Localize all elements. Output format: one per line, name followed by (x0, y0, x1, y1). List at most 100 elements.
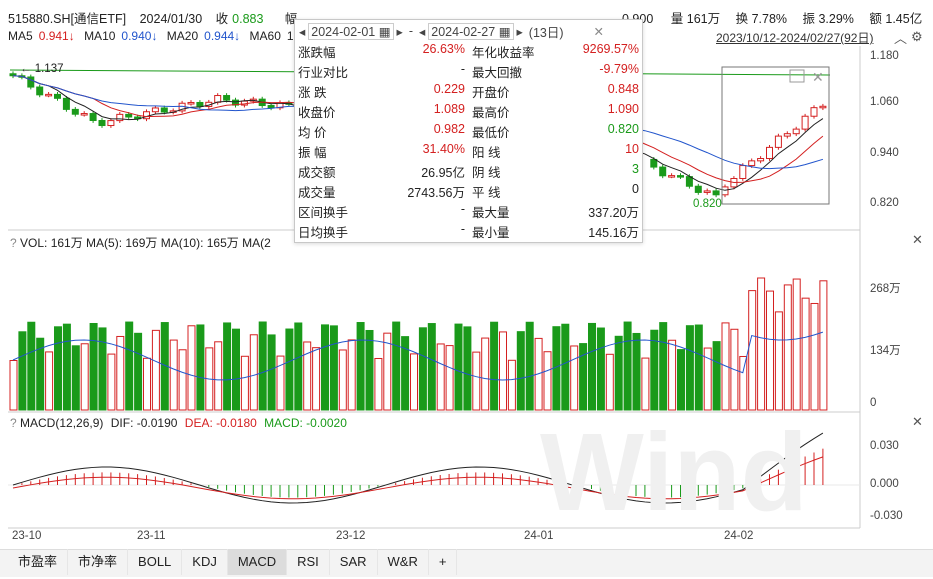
volume-bar (410, 353, 418, 411)
next-icon[interactable]: ▸ (517, 24, 523, 39)
candle-body (27, 76, 35, 88)
x-tick: 24-01 (524, 530, 554, 542)
stat-label: 区间换手 (298, 206, 349, 220)
stat-value: - (460, 202, 465, 216)
stat-value: - (460, 62, 465, 76)
tab-rsi[interactable]: RSI (287, 549, 330, 575)
tab-macd[interactable]: MACD (227, 549, 288, 575)
prev-icon[interactable]: ◂ (419, 24, 425, 39)
volume-bar (347, 339, 356, 411)
stat-label: 最低价 (472, 126, 510, 140)
volume-bar (240, 355, 249, 411)
volume-bar (454, 323, 463, 411)
candle-body (151, 107, 159, 113)
candle-body (712, 190, 720, 196)
volume-bar (801, 297, 810, 411)
volume-bar (285, 328, 294, 411)
volume-bar (525, 321, 534, 411)
vol-tick: 268万 (870, 283, 901, 295)
stat-value: -9.79% (599, 62, 639, 76)
volume-bar (45, 351, 54, 411)
volume-bar (187, 325, 196, 411)
volume-bar (739, 355, 748, 411)
volume-bar (427, 323, 436, 411)
stats-row: 涨 跌 0.229 开盘价 0.848 (295, 82, 644, 102)
price-tick: 0.820 (870, 197, 899, 209)
volume-bar (365, 329, 374, 411)
tab-sar[interactable]: SAR (330, 549, 378, 575)
end-date-input[interactable]: 2024-02-27 ▦ (428, 22, 514, 40)
volume-bar (561, 323, 570, 411)
volume-bar (650, 329, 659, 411)
volume-bar (436, 343, 445, 411)
start-date-input[interactable]: 2024-02-01 ▦ (308, 22, 394, 40)
close-icon[interactable]: ✕ (594, 24, 604, 39)
stat-label: 最大回撤 (472, 66, 523, 80)
tab-boll[interactable]: BOLL (128, 549, 183, 575)
candle-body (810, 107, 818, 117)
macd-label: ? MACD(12,26,9) DIF: -0.0190 DEA: -0.018… (10, 416, 347, 430)
close-icon[interactable]: ✕ (912, 414, 923, 430)
stat-value: - (460, 222, 465, 236)
candle-body (187, 101, 195, 105)
stats-row: 日均换手 - 最小量 145.16万 (295, 222, 644, 242)
close-icon[interactable]: ✕ (912, 232, 923, 248)
stat-value: 10 (625, 142, 639, 156)
volume-bar (232, 328, 240, 411)
stat-label: 日均换手 (298, 226, 349, 240)
stat-label: 成交额 (298, 166, 336, 180)
volume-bar (178, 349, 187, 411)
vol-tick: 134万 (870, 345, 901, 357)
volume-bars (9, 277, 828, 411)
stats-row: 振 幅 31.40% 阳 线 10 (295, 142, 644, 162)
candle-body (71, 108, 79, 115)
tab-[interactable]: 市净率 (68, 549, 129, 575)
volume-bar (685, 325, 694, 411)
candle-body (703, 190, 711, 193)
volume-bar (89, 322, 98, 411)
tab-wr[interactable]: W&R (378, 549, 429, 575)
volume-bar (151, 329, 160, 411)
next-icon[interactable]: ▸ (397, 24, 403, 39)
volume-bar (356, 322, 365, 411)
stat-value: 0.229 (433, 82, 465, 96)
volume-bar (490, 321, 499, 411)
volume-bar (766, 290, 774, 411)
volume-bar (71, 345, 80, 411)
macd-tick: 0.030 (870, 440, 899, 452)
stat-label: 振 幅 (298, 146, 327, 160)
candle-body (125, 113, 133, 118)
volume-bar (312, 347, 321, 411)
volume-bar (418, 327, 427, 411)
stat-label: 最高价 (472, 106, 510, 120)
volume-bar (267, 334, 276, 411)
candle-body (267, 105, 275, 109)
close-icon: ✕ (812, 69, 824, 85)
prev-icon[interactable]: ◂ (299, 24, 305, 39)
stat-label: 行业对比 (298, 66, 349, 80)
candle-body (62, 97, 70, 110)
candle-body (819, 105, 827, 109)
tab-[interactable]: + (429, 549, 458, 575)
volume-bar (321, 324, 329, 411)
candle-body (116, 113, 124, 122)
volume-bar (392, 321, 401, 411)
interval-stats-popup: ◂ 2024-02-01 ▦ ▸ - ◂ 2024-02-27 ▦ ▸ (13日… (294, 19, 643, 243)
stat-label: 涨 跌 (298, 86, 327, 100)
stat-label: 阴 线 (472, 166, 501, 180)
volume-bar (143, 357, 151, 411)
volume-bar (614, 335, 623, 411)
stat-label: 最小量 (472, 226, 510, 240)
stat-label: 阳 线 (472, 146, 501, 160)
volume-bar (783, 284, 792, 411)
x-tick: 23-11 (137, 530, 166, 542)
volume-bar (223, 322, 232, 411)
tab-[interactable]: 市盈率 (8, 549, 69, 575)
volume-bar (107, 353, 116, 411)
volume-bar (472, 351, 481, 411)
volume-bar (214, 341, 223, 411)
candle-body (721, 186, 729, 196)
tab-kdj[interactable]: KDJ (182, 549, 228, 575)
volume-bar (383, 332, 392, 411)
volume-bar (596, 327, 605, 411)
